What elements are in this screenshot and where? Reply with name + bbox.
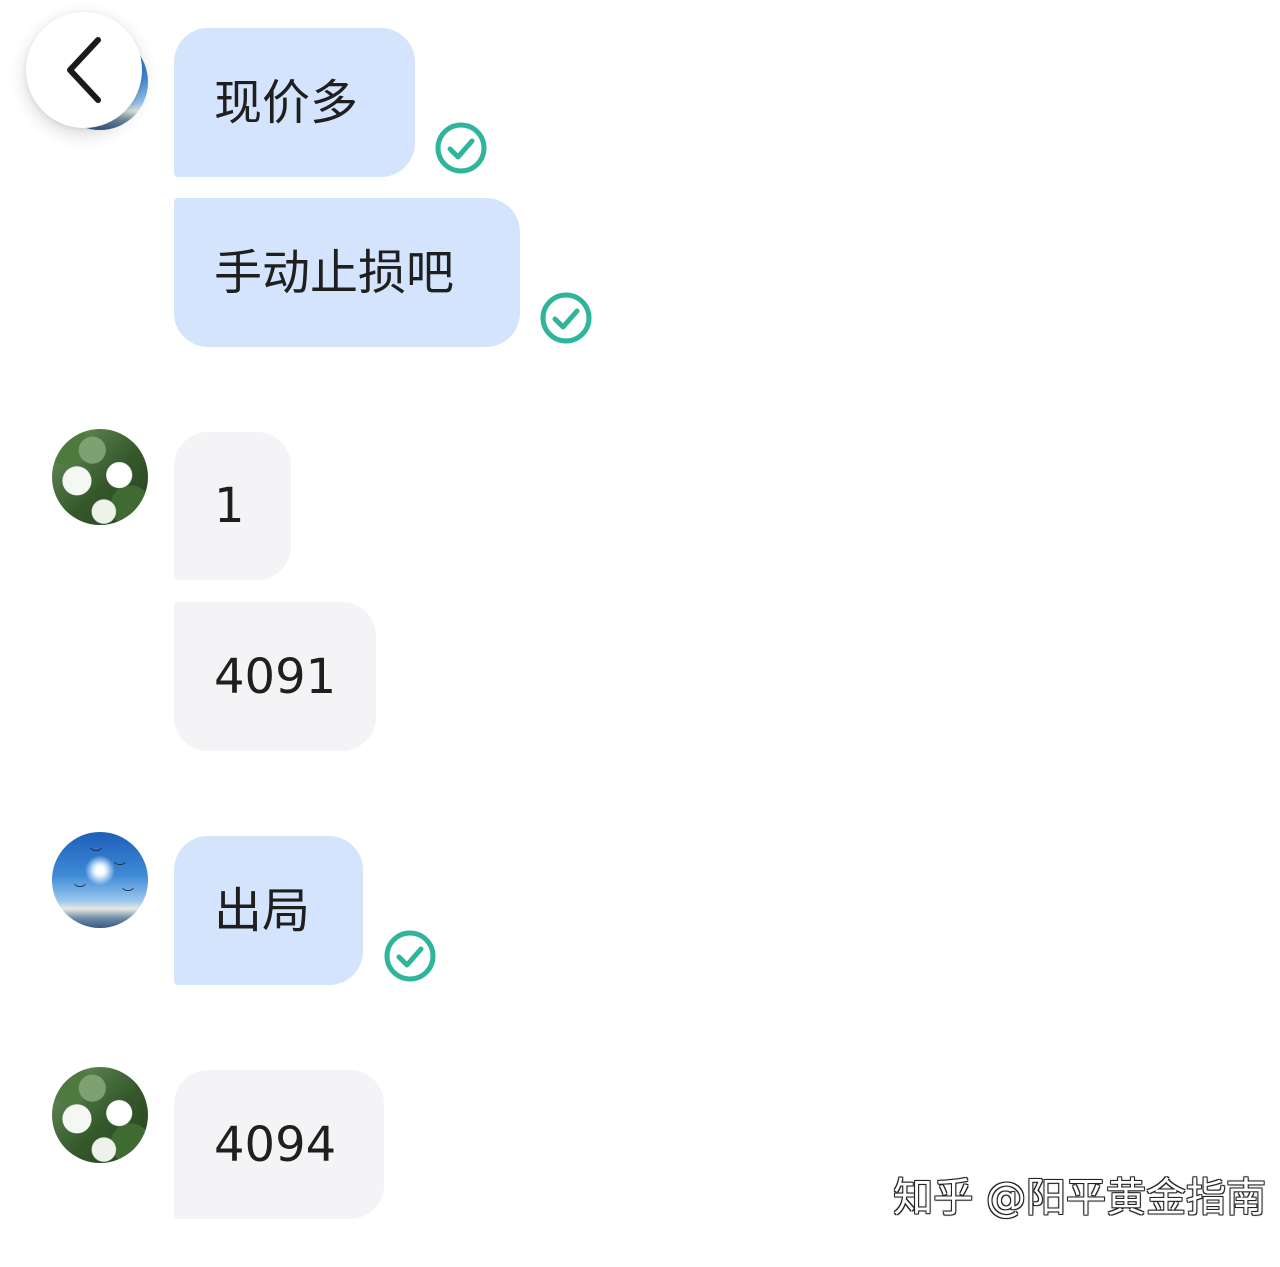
bird-icon: ︶: [114, 861, 127, 875]
message-text: 现价多: [214, 74, 359, 131]
message-bubble[interactable]: 现价多: [174, 28, 415, 177]
bird-icon: ︶: [74, 883, 87, 897]
message-bubble[interactable]: 4094: [174, 1070, 384, 1219]
chevron-left-icon: [67, 37, 101, 103]
message-bubble[interactable]: 出局: [174, 836, 363, 985]
watermark: 知乎 @阳平黄金指南: [893, 1175, 1266, 1221]
avatar-self[interactable]: ︶ ︶ ︶ ︶: [52, 832, 148, 928]
message-bubble[interactable]: 1: [174, 432, 291, 580]
message-bubble[interactable]: 手动止损吧: [174, 198, 520, 347]
message-bubble[interactable]: 4091: [174, 602, 376, 751]
message-text: 4091: [214, 648, 337, 705]
read-check-icon: [384, 930, 436, 982]
bird-icon: ︶: [122, 887, 135, 901]
message-text: 4094: [214, 1116, 337, 1173]
avatar-other[interactable]: [52, 429, 148, 525]
bird-icon: ︶: [90, 847, 103, 861]
read-check-icon: [435, 122, 487, 174]
read-check-icon: [540, 292, 592, 344]
message-text: 出局: [214, 882, 311, 939]
message-text: 手动止损吧: [214, 244, 455, 301]
message-text: 1: [214, 478, 245, 534]
avatar-other[interactable]: [52, 1067, 148, 1163]
back-button[interactable]: [26, 12, 142, 128]
